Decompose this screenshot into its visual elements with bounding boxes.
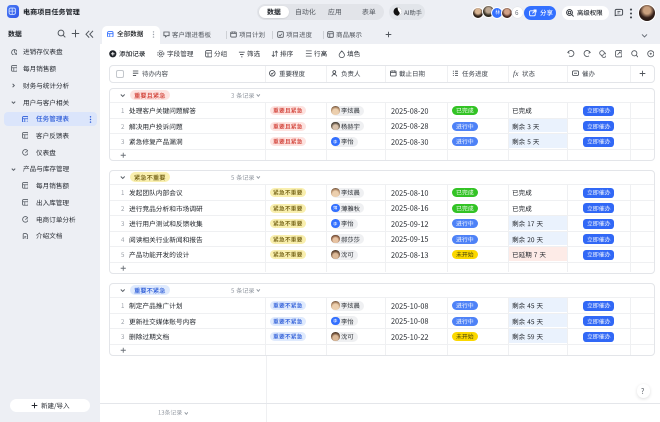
svg-text:fx: fx [513, 69, 519, 78]
